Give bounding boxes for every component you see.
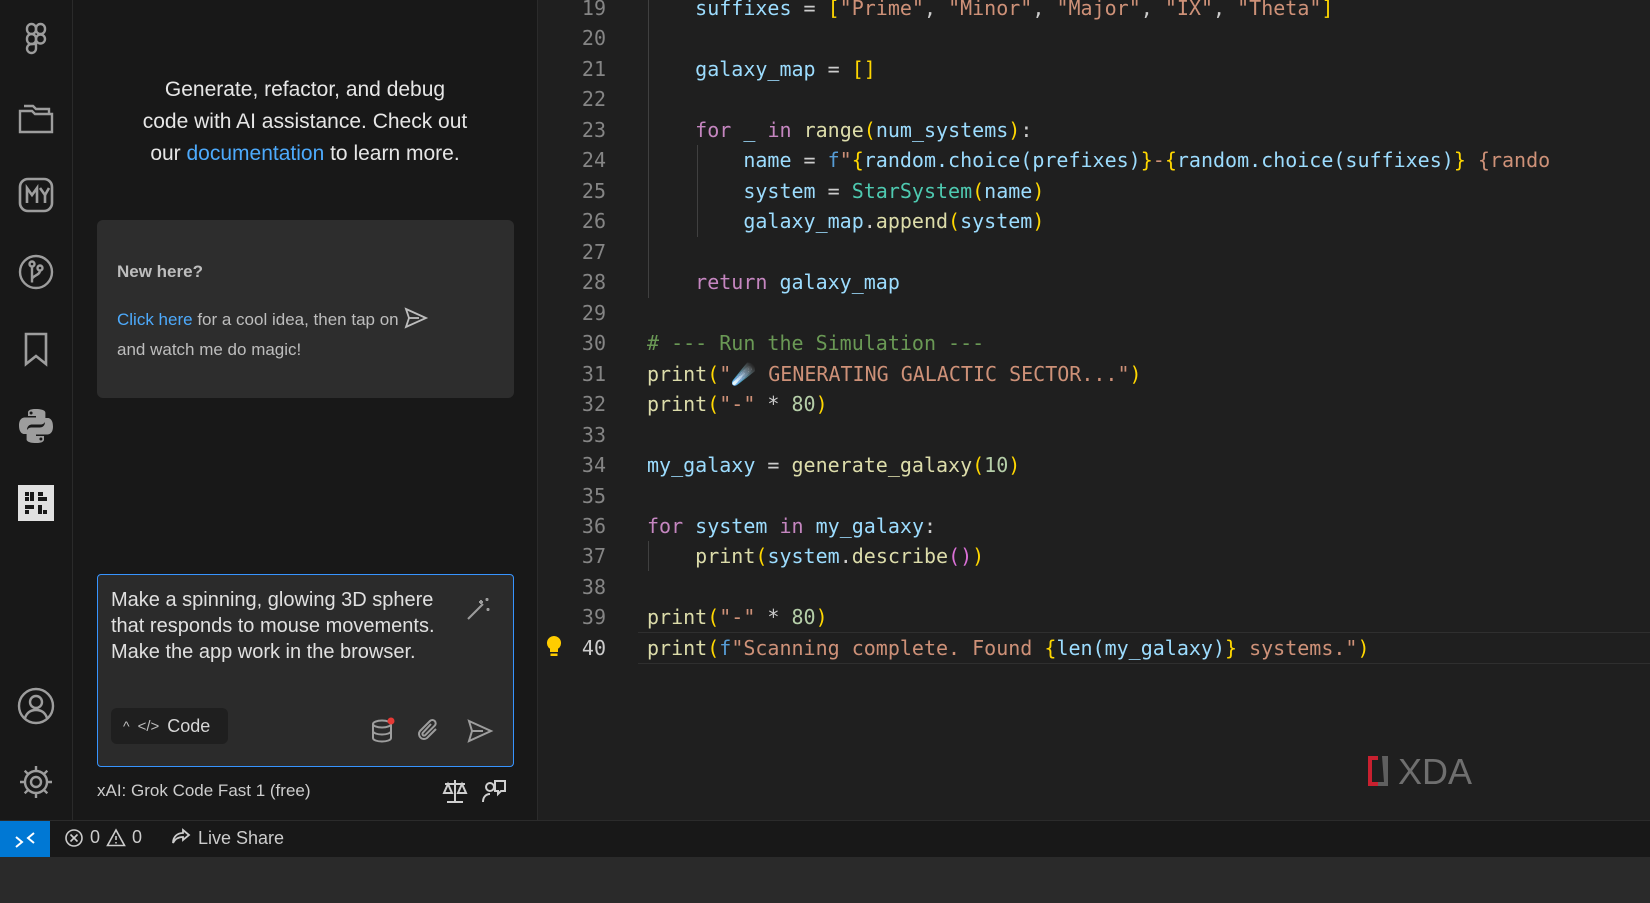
problems-indicator[interactable]: 0 0 — [64, 827, 142, 848]
chevron-up-icon: ^ — [123, 718, 130, 734]
files-icon[interactable] — [14, 96, 58, 140]
send-icon — [404, 307, 428, 329]
code-line: name = f"{random.choice(prefixes)}-{rand… — [743, 148, 1551, 172]
code-line: print(system.describe()) — [695, 544, 985, 568]
click-here-link[interactable]: Click here — [117, 310, 193, 329]
intro-line-1: Generate, refactor, and debug — [164, 78, 446, 101]
bookmark-icon[interactable] — [14, 327, 58, 371]
figma-icon[interactable] — [14, 18, 58, 62]
remote-button[interactable] — [0, 821, 50, 858]
line-number: 26 — [581, 209, 606, 233]
line-number: 37 — [581, 544, 606, 568]
intro-suffix: to learn more. — [324, 142, 460, 165]
live-share-label: Live Share — [198, 827, 285, 848]
warning-icon — [106, 827, 126, 846]
line-number: 29 — [581, 301, 606, 325]
line-number: 21 — [581, 57, 606, 81]
scale-icon[interactable] — [441, 777, 469, 805]
watermark-text: XDA — [1398, 751, 1472, 792]
live-share-button[interactable]: Live Share — [170, 827, 284, 849]
xda-watermark: XDA — [1368, 751, 1472, 792]
code-line: for system in my_galaxy: — [647, 514, 937, 538]
code-line: galaxy_map = [] — [695, 57, 876, 81]
line-number: 39 — [581, 605, 606, 629]
line-number: 34 — [581, 453, 606, 477]
line-number: 28 — [581, 270, 606, 294]
code-line: print("-" * 80) — [647, 605, 828, 629]
code-line: my_galaxy = generate_galaxy(10) — [647, 453, 1021, 477]
intro-text: Generate, refactor, and debug code with … — [113, 74, 497, 170]
line-number: 31 — [581, 362, 606, 386]
line-number: 24 — [581, 148, 606, 172]
line-number: 35 — [581, 484, 606, 508]
new-here-title: New here? — [117, 262, 203, 281]
account-icon[interactable] — [14, 684, 58, 728]
source-control-icon[interactable] — [14, 250, 58, 294]
live-share-icon — [172, 828, 191, 844]
intro-line-2: code with AI assistance. Check out — [142, 110, 468, 133]
line-number: 23 — [581, 118, 606, 142]
line-number: 27 — [581, 240, 606, 264]
activity-bar: 1 — [0, 0, 73, 864]
line-number: 33 — [581, 423, 606, 447]
code-editor[interactable]: 19 20 21 22 23 24 25 26 27 28 29 30 31 3… — [538, 0, 1650, 820]
documentation-link[interactable]: documentation — [187, 142, 325, 165]
code-brackets-icon: </> — [137, 717, 160, 735]
error-icon — [65, 828, 83, 847]
database-context-icon[interactable] — [369, 717, 397, 745]
code-line: print(f"Scanning complete. Found {len(my… — [647, 636, 1370, 660]
feedback-icon[interactable] — [480, 777, 508, 805]
send-button[interactable] — [466, 717, 494, 745]
mode-selector-button[interactable]: ^ </> Code — [111, 708, 228, 744]
line-number: 22 — [581, 87, 606, 111]
new-here-body: Click here for a cool idea, then tap on … — [117, 305, 497, 365]
line-number: 38 — [581, 575, 606, 599]
intro-prefix: our — [150, 142, 187, 165]
kilo-icon[interactable] — [14, 173, 58, 217]
code-line: # --- Run the Simulation --- — [647, 331, 985, 355]
enhance-prompt-icon[interactable] — [464, 595, 492, 623]
line-number: 19 — [581, 0, 606, 20]
warning-count: 0 — [132, 827, 143, 847]
remote-icon — [15, 831, 35, 848]
code-line: system = StarSystem(name) — [743, 179, 1045, 203]
code-line: print("☄️ GENERATING GALACTIC SECTOR..."… — [647, 362, 1142, 386]
code-line: galaxy_map.append(system) — [743, 209, 1045, 233]
code-line: suffixes = ["Prime", "Minor", "Major", "… — [695, 0, 1334, 20]
new-here-text-1: for a cool idea, then tap on — [192, 310, 399, 329]
taskbar-strip — [0, 857, 1650, 903]
line-number-active: 40 — [581, 636, 606, 660]
mode-label: Code — [167, 715, 211, 736]
code-line: print("-" * 80) — [647, 392, 828, 416]
settings-icon[interactable] — [14, 760, 58, 804]
error-count: 0 — [90, 827, 101, 847]
chat-input-box[interactable]: Make a spinning, glowing 3D sphere that … — [97, 574, 514, 767]
line-number: 32 — [581, 392, 606, 416]
line-number: 30 — [581, 331, 606, 355]
new-here-text-2: and watch me do magic! — [117, 340, 302, 359]
line-number: 25 — [581, 179, 606, 203]
ai-chat-panel: Generate, refactor, and debug code with … — [73, 0, 538, 864]
qr-extension-icon[interactable] — [14, 481, 58, 525]
attach-icon[interactable] — [414, 717, 442, 745]
new-here-card: New here? Click here for a cool idea, th… — [97, 220, 514, 398]
prompt-input[interactable]: Make a spinning, glowing 3D sphere that … — [111, 587, 456, 665]
code-line: return galaxy_map — [695, 270, 900, 294]
code-line: for _ in range(num_systems): — [695, 118, 1033, 142]
line-number: 36 — [581, 514, 606, 538]
python-icon[interactable] — [14, 404, 58, 448]
line-number: 20 — [581, 26, 606, 50]
model-label[interactable]: xAI: Grok Code Fast 1 (free) — [97, 781, 311, 801]
